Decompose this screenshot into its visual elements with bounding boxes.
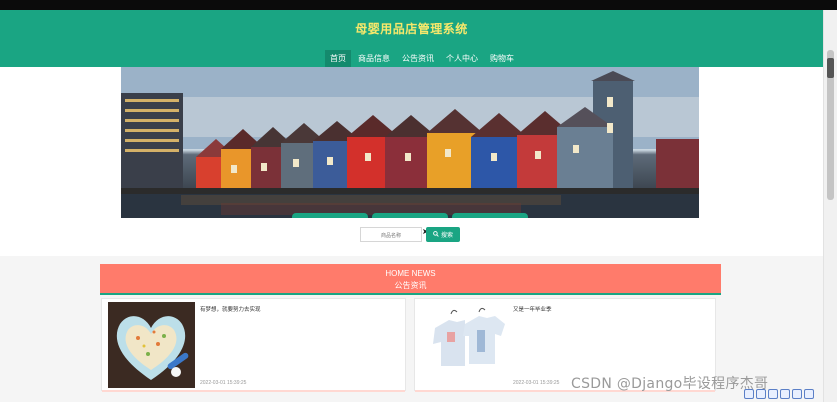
floating-toolbar [744,386,823,402]
scrollbar-position-mark [827,58,834,78]
search-section: ➤ 搜索 [0,218,823,256]
toolbar-icon[interactable] [768,389,778,399]
news-card-date: 2022-03-01 15:39:25 [513,380,560,386]
news-card-title[interactable]: 又是一年毕业季 [513,305,552,313]
toolbar-icon[interactable] [744,389,754,399]
main-nav: 首页 商品信息 公告资讯 个人中心 购物车 [325,50,519,67]
top-black-bar [0,0,837,10]
banner-houses-illustration [121,67,699,218]
news-title-cn: 公告资讯 [394,281,427,290]
site-title: 母婴用品店管理系统 [355,22,468,36]
news-card-title[interactable]: 有梦想，就要努力去实现 [200,305,261,313]
search-button[interactable]: 搜索 [426,227,460,242]
news-title-en: HOME NEWS [385,269,436,278]
nav-item-home[interactable]: 首页 [325,50,351,67]
nav-item-products[interactable]: 商品信息 [353,50,395,67]
news-card[interactable]: 有梦想，就要努力去实现 2022-03-01 15:39:25 [101,298,406,392]
news-card-image [108,302,195,388]
toolbar-icon[interactable] [780,389,790,399]
news-card-image [421,302,508,388]
csdn-watermark: CSDN @Django毕设程序杰哥 [571,376,769,392]
site-header: 母婴用品店管理系统 首页 商品信息 公告资讯 个人中心 购物车 [0,10,823,67]
nav-item-news[interactable]: 公告资讯 [397,50,439,67]
nav-item-personal-center[interactable]: 个人中心 [441,50,483,67]
news-card-date: 2022-03-01 15:39:25 [200,380,247,386]
nav-item-cart[interactable]: 购物车 [485,50,519,67]
card-accent-line [102,390,405,392]
search-button-label: 搜索 [440,233,453,239]
toolbar-icon[interactable] [792,389,802,399]
search-icon [433,230,439,239]
toolbar-icon[interactable] [756,389,766,399]
news-section-header: HOME NEWS 公告资讯 [100,264,721,295]
banner-carousel[interactable] [121,67,699,218]
toolbar-icon[interactable] [804,389,814,399]
page-scrollbar[interactable] [823,10,837,402]
search-input[interactable] [360,227,422,242]
